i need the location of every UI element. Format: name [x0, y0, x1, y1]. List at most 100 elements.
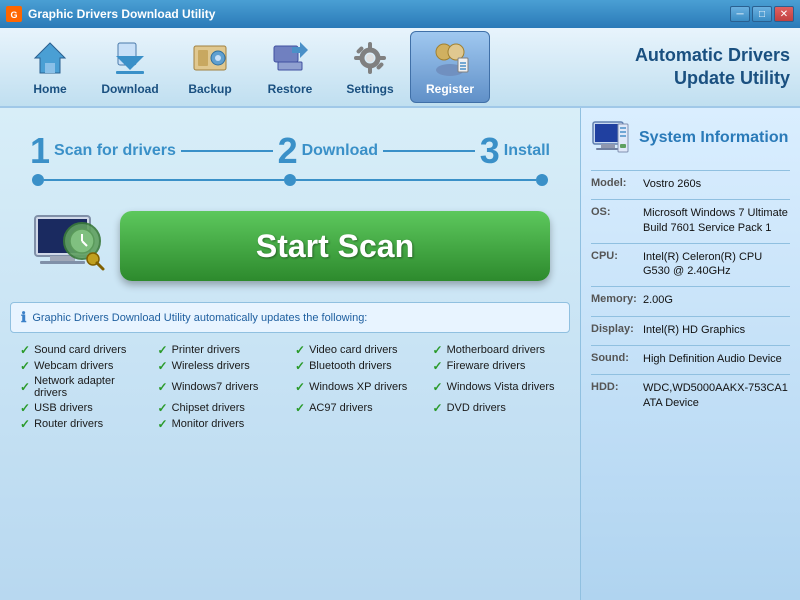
- info-row: HDD: WDC,WD5000AAKX-753CA1 ATA Device: [591, 381, 790, 410]
- info-row: CPU: Intel(R) Celeron(R) CPU G530 @ 2.40…: [591, 250, 790, 279]
- toolbar-download-label: Download: [101, 82, 158, 96]
- info-row: Memory: 2.00G: [591, 293, 790, 307]
- restore-icon: [270, 38, 310, 78]
- driver-item: ✓DVD drivers: [433, 401, 561, 415]
- toolbar-home[interactable]: Home: [10, 31, 90, 103]
- right-panel: System Information Model: Vostro 260s OS…: [580, 108, 800, 600]
- toolbar-branding: Automatic Drivers Update Utility: [635, 44, 790, 91]
- close-button[interactable]: ✕: [774, 6, 794, 22]
- info-divider: [591, 345, 790, 346]
- divider-top: [591, 170, 790, 171]
- step-line-2: [383, 150, 475, 152]
- info-value: 2.00G: [643, 293, 673, 307]
- driver-label: Fireware drivers: [447, 360, 526, 372]
- driver-list: ✓Sound card drivers✓Printer drivers✓Vide…: [10, 339, 570, 435]
- steps-header: 1 Scan for drivers 2 Download 3 Install: [10, 118, 570, 174]
- dot-1: [32, 174, 44, 186]
- check-icon: ✓: [295, 359, 305, 373]
- info-label: Display:: [591, 323, 639, 337]
- toolbar-download[interactable]: Download: [90, 31, 170, 103]
- info-divider: [591, 374, 790, 375]
- system-info-title: System Information: [639, 129, 788, 147]
- minimize-button[interactable]: ─: [730, 6, 750, 22]
- toolbar-settings[interactable]: Settings: [330, 31, 410, 103]
- check-icon: ✓: [20, 417, 30, 431]
- check-icon: ✓: [433, 401, 443, 415]
- driver-label: Windows Vista drivers: [447, 381, 555, 393]
- driver-item: ✓Video card drivers: [295, 343, 423, 357]
- system-info-icon: [591, 118, 631, 158]
- driver-label: Wireless drivers: [172, 360, 250, 372]
- info-divider: [591, 243, 790, 244]
- driver-label: AC97 drivers: [309, 402, 373, 414]
- info-icon: ℹ: [21, 309, 26, 326]
- check-icon: ✓: [158, 380, 168, 394]
- check-icon: ✓: [433, 343, 443, 357]
- register-icon: [430, 38, 470, 78]
- driver-label: Windows7 drivers: [172, 381, 259, 393]
- toolbar-restore[interactable]: Restore: [250, 31, 330, 103]
- toolbar-backup[interactable]: Backup: [170, 31, 250, 103]
- info-row: OS: Microsoft Windows 7 Ultimate Build 7…: [591, 206, 790, 235]
- backup-icon: [190, 38, 230, 78]
- driver-item: ✓ Bluetooth drivers: [295, 359, 423, 373]
- check-icon: ✓: [20, 343, 30, 357]
- driver-label: Bluetooth drivers: [309, 360, 392, 372]
- driver-item: ✓AC97 drivers: [295, 401, 423, 415]
- maximize-button[interactable]: □: [752, 6, 772, 22]
- home-icon: [30, 38, 70, 78]
- info-label: Model:: [591, 177, 639, 191]
- svg-text:G: G: [10, 10, 17, 20]
- dot-3: [536, 174, 548, 186]
- dot-line-1: [44, 179, 284, 181]
- info-label: Memory:: [591, 293, 639, 307]
- left-panel: 1 Scan for drivers 2 Download 3 Install: [0, 108, 580, 600]
- driver-label: Webcam drivers: [34, 360, 113, 372]
- start-scan-button[interactable]: Start Scan: [120, 211, 550, 281]
- toolbar-register-label: Register: [426, 82, 474, 96]
- main-content: 1 Scan for drivers 2 Download 3 Install: [0, 108, 800, 600]
- check-icon: ✓: [295, 343, 305, 357]
- dot-line-2: [296, 179, 536, 181]
- check-icon: ✓: [158, 359, 168, 373]
- driver-item: ✓ Windows Vista drivers: [433, 375, 561, 399]
- info-divider: [591, 286, 790, 287]
- toolbar-items: Home Download Backup: [10, 31, 635, 103]
- system-info-rows: Model: Vostro 260s OS: Microsoft Windows…: [591, 177, 790, 410]
- driver-item: ✓Motherboard drivers: [433, 343, 561, 357]
- driver-item: ✓Monitor drivers: [158, 417, 286, 431]
- info-value: Vostro 260s: [643, 177, 701, 191]
- step-1: 1 Scan for drivers: [30, 133, 176, 169]
- check-icon: ✓: [158, 343, 168, 357]
- driver-item: ✓USB drivers: [20, 401, 148, 415]
- step-1-label: Scan for drivers: [54, 142, 176, 160]
- info-divider: [591, 316, 790, 317]
- system-info-header: System Information: [591, 118, 790, 158]
- driver-item: ✓Windows XP drivers: [295, 375, 423, 399]
- info-row: Display: Intel(R) HD Graphics: [591, 323, 790, 337]
- info-row: Sound: High Definition Audio Device: [591, 352, 790, 366]
- info-value: High Definition Audio Device: [643, 352, 782, 366]
- driver-label: Printer drivers: [172, 344, 240, 356]
- step-line-1: [181, 150, 273, 152]
- window-title: Graphic Drivers Download Utility: [28, 7, 724, 21]
- driver-item: ✓Fireware drivers: [433, 359, 561, 373]
- check-icon: ✓: [433, 380, 443, 394]
- app-icon: G: [6, 6, 22, 22]
- info-row: Model: Vostro 260s: [591, 177, 790, 191]
- step-2-number: 2: [278, 133, 298, 169]
- step-3-number: 3: [480, 133, 500, 169]
- download-icon: [110, 38, 150, 78]
- toolbar-register[interactable]: Register: [410, 31, 490, 103]
- info-label: Sound:: [591, 352, 639, 366]
- driver-item: ✓ Windows7 drivers: [158, 375, 286, 399]
- scan-computer-icon: [30, 206, 110, 286]
- info-value: Intel(R) HD Graphics: [643, 323, 745, 337]
- step-3-label: Install: [504, 142, 550, 160]
- info-label: HDD:: [591, 381, 639, 410]
- driver-label: Windows XP drivers: [309, 381, 407, 393]
- toolbar-home-label: Home: [33, 82, 66, 96]
- toolbar-settings-label: Settings: [346, 82, 393, 96]
- info-value: WDC,WD5000AAKX-753CA1 ATA Device: [643, 381, 790, 410]
- window-controls: ─ □ ✕: [730, 6, 794, 22]
